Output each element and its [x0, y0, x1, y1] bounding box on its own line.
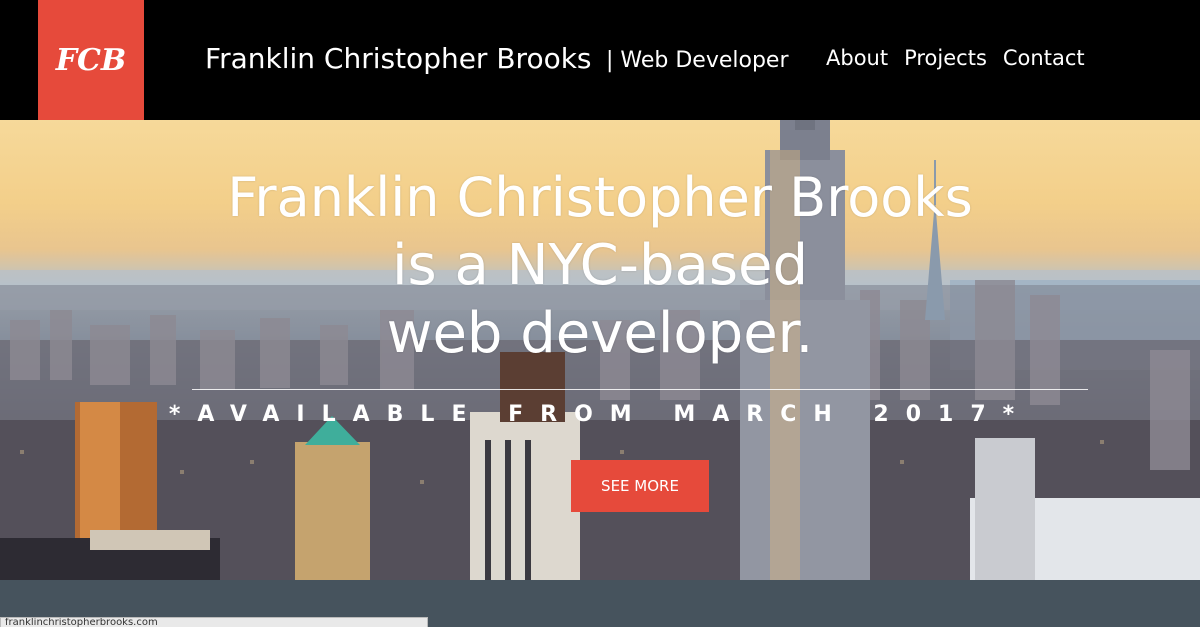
site-header: FCB Franklin Christopher Brooks | Web De… [0, 0, 1200, 120]
hero-title-line3: web developer. [386, 301, 814, 366]
nav-projects[interactable]: Projects [904, 46, 987, 70]
logo[interactable]: FCB [38, 0, 144, 120]
main-nav: About Projects Contact [826, 46, 1085, 70]
hero-title-line1: Franklin Christopher Brooks [227, 166, 973, 229]
availability-text: *AVAILABLE FROM MARCH 2017* [168, 402, 1032, 427]
hero-section: Franklin Christopher Brooks is a NYC-bas… [0, 120, 1200, 580]
nav-contact[interactable]: Contact [1003, 46, 1085, 70]
hero-title-line2: is a NYC-based [391, 233, 809, 298]
status-bar-url: franklinchristopherbrooks.com [0, 617, 428, 627]
site-role: | Web Developer [606, 48, 789, 73]
hero-divider [192, 389, 1088, 390]
nav-about[interactable]: About [826, 46, 888, 70]
site-name[interactable]: Franklin Christopher Brooks [205, 42, 592, 75]
see-more-button[interactable]: SEE MORE [571, 460, 709, 512]
logo-text: FCB [55, 42, 127, 78]
